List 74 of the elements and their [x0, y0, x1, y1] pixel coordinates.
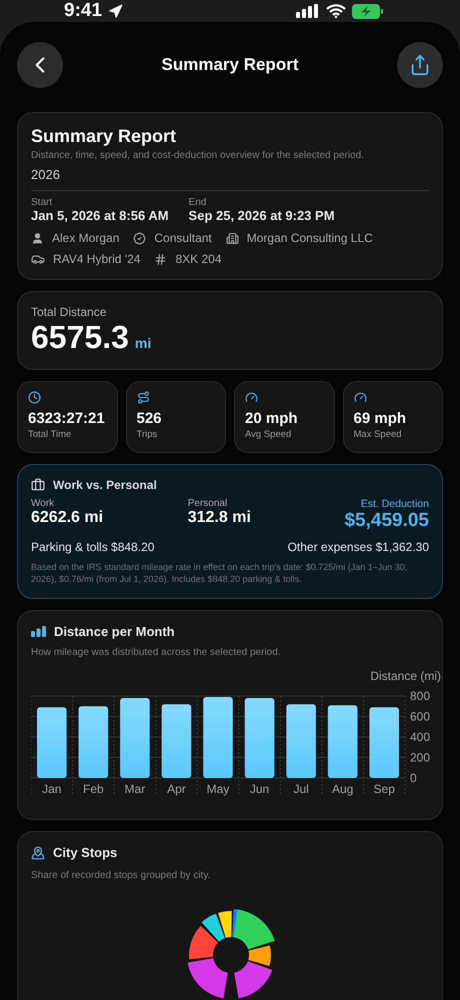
axis-tick-label: Aug [332, 782, 354, 796]
axis-tick-label: 200 [410, 750, 430, 765]
back-button[interactable] [17, 42, 63, 88]
bar [37, 708, 67, 778]
card-label: Total Distance [31, 305, 108, 319]
distance-unit: mi [134, 335, 152, 351]
other-expenses: Other expenses $1,362.30 [288, 540, 429, 554]
stat-value: 6323:27:21 [28, 410, 106, 427]
work-distance: 6262.6 mi [31, 509, 104, 527]
end-date: Sep 25, 2026 at 9:23 PM [188, 208, 335, 223]
axis-tick-label: Apr [167, 782, 186, 796]
field-label: Work [31, 498, 56, 509]
axis-title: Distance (mi) [370, 669, 441, 684]
gauge-icon [354, 391, 366, 404]
bar-chart-icon [31, 626, 46, 638]
signal-icon [296, 4, 320, 18]
personal-distance: 312.8 mi [188, 509, 252, 527]
deduction-amount: $5,459.05 [344, 510, 429, 532]
field-label: End [188, 197, 208, 208]
axis-tick-label: 600 [410, 710, 430, 724]
stat-label: Avg Speed [245, 429, 292, 440]
axis-tick-label: Feb [83, 782, 104, 796]
role-label: Consultant [154, 231, 212, 245]
period-label: 2026 [31, 167, 61, 182]
battery-charging-icon [352, 4, 384, 18]
person-icon [31, 232, 44, 244]
axis-tick-label: 400 [410, 730, 430, 744]
axis-tick-label: 0 [410, 771, 417, 786]
axis-tick-label: 800 [410, 689, 430, 704]
vehicle-name: RAV4 Hybrid '24 [53, 252, 140, 266]
stat-label: Total Time [28, 429, 72, 440]
stat-label: Trips [136, 429, 158, 440]
card-subtitle: Distance, time, speed, and cost-deduction overview for the selected period. [31, 150, 365, 161]
bar [369, 708, 399, 778]
card-subtitle: Share of recorded stops grouped by city. [31, 870, 212, 882]
axis-tick-label: Sep [374, 782, 395, 796]
start-date: Jan 5, 2026 at 8:56 AM [31, 208, 169, 223]
card-title: Summary Report [31, 126, 178, 147]
badge-check-icon [133, 232, 146, 244]
bar [78, 706, 108, 778]
stat-value: 69 mph [354, 410, 408, 427]
plate-number: 8XK 204 [175, 252, 222, 266]
gauge-icon [245, 391, 258, 404]
deduction-note: Based on the IRS standard mileage rate in effect on each trip's date: $0.725/mi (Jan 1–Jun 30, 2026), $0.76/mi (from Jul 1, 2026). Includes $848.20 parking & tolls. [31, 562, 408, 586]
stat-value: 20 mph [245, 410, 299, 427]
field-label: Personal [188, 498, 228, 509]
axis-tick-label: Mar [124, 782, 146, 796]
wifi-icon [326, 4, 346, 18]
status-time: 9:41 [64, 0, 124, 22]
field-label: Start [31, 197, 54, 208]
card-title: Distance per Month [54, 624, 175, 640]
nav-title: Summary Report [162, 55, 298, 75]
axis-tick-label: Jun [250, 782, 270, 796]
deduction-label: Est. Deduction [360, 498, 429, 510]
location-arrow-icon [108, 4, 124, 18]
card-subtitle: How mileage was distributed across the selected period. [31, 647, 282, 658]
hash-icon [154, 252, 168, 266]
company-name: Morgan Consulting LLC [246, 231, 373, 245]
stat-label: Max Speed [354, 429, 403, 440]
briefcase-icon [31, 478, 45, 492]
card-title: City Stops [53, 845, 118, 860]
axis-tick-label: Jan [42, 782, 62, 796]
card-title: Work vs. Personal [53, 478, 157, 492]
axis-tick-label: May [206, 782, 230, 796]
building-icon [226, 232, 239, 244]
share-button[interactable] [396, 42, 443, 88]
parking-tolls: Parking & tolls $848.20 [31, 540, 154, 554]
axis-tick-label: Jul [293, 782, 309, 796]
route-icon [136, 391, 150, 404]
stat-value: 526 [136, 410, 163, 427]
clock-icon [28, 391, 41, 404]
map-pin-icon [31, 846, 45, 860]
person-name: Alex Morgan [52, 231, 120, 245]
distance-value: 6575.3 [31, 319, 129, 356]
